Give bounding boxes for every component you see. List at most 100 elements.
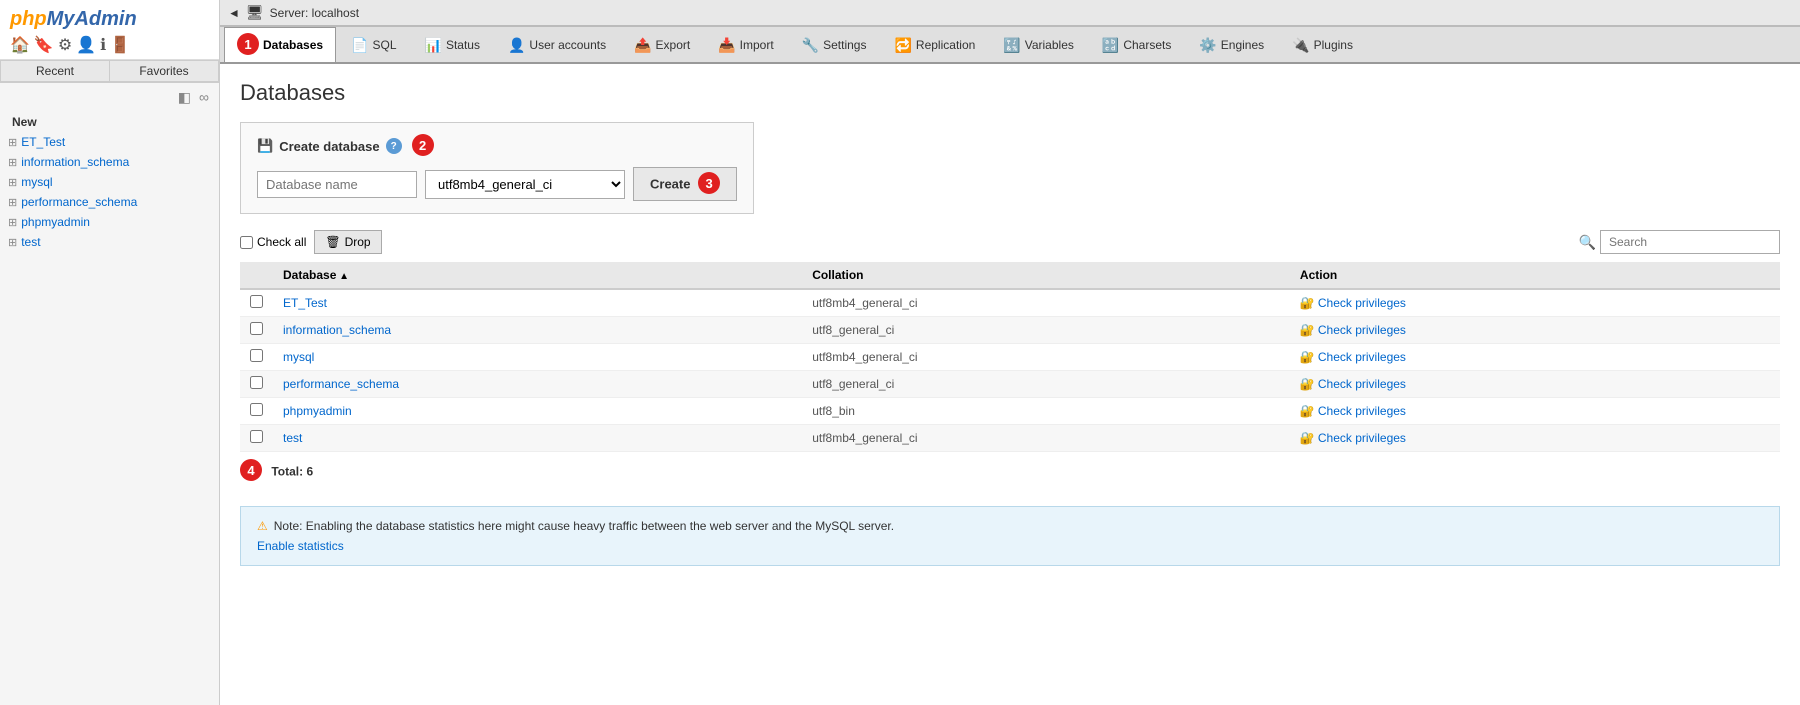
- server-label: Server: localhost: [270, 6, 359, 20]
- row-db-name-4: phpmyadmin: [273, 398, 802, 425]
- collation-select[interactable]: utf8mb4_general_ci utf8_general_ci latin…: [425, 170, 625, 199]
- row-checkbox-0[interactable]: [250, 295, 263, 308]
- check-all-label[interactable]: Check all: [240, 235, 306, 249]
- table-row: information_schema utf8_general_ci 🔐 Che…: [240, 317, 1780, 344]
- total-row: 4 Total: 6: [240, 460, 1780, 482]
- search-input[interactable]: [1600, 230, 1780, 254]
- sidebar-item-mysql[interactable]: ⊞ mysql: [0, 172, 219, 192]
- drop-button[interactable]: 🗑 Drop: [314, 230, 381, 254]
- sidebar-item-test[interactable]: ⊞ test: [0, 232, 219, 252]
- database-name-input[interactable]: [257, 171, 417, 198]
- recent-button[interactable]: Recent: [0, 60, 109, 82]
- tab-export[interactable]: 📤 Export: [621, 27, 703, 62]
- tab-user-accounts[interactable]: 👤 User accounts: [495, 27, 619, 62]
- row-checkbox-1[interactable]: [250, 322, 263, 335]
- check-privileges-btn-1[interactable]: 🔐 Check privileges: [1300, 323, 1406, 337]
- db-name-link-2[interactable]: mysql: [283, 350, 314, 364]
- sidebar-item-phpmyadmin[interactable]: ⊞ phpmyadmin: [0, 212, 219, 232]
- create-db-title: 💾 Create database ? 2: [257, 135, 737, 157]
- row-db-name-1: information_schema: [273, 317, 802, 344]
- create-database-box: 💾 Create database ? 2 utf8mb4_general_ci…: [240, 122, 754, 214]
- sidebar-item-new[interactable]: New: [4, 112, 219, 132]
- table-row: mysql utf8mb4_general_ci 🔐 Check privile…: [240, 344, 1780, 371]
- db-name-link-4[interactable]: phpmyadmin: [283, 404, 352, 418]
- database-col-header[interactable]: Database: [273, 262, 802, 289]
- db-name-link-1[interactable]: information_schema: [283, 323, 391, 337]
- home-icon[interactable]: 🏠: [10, 35, 30, 55]
- db-expand-icon: ⊞: [8, 216, 17, 229]
- db-expand-icon: ⊞: [8, 156, 17, 169]
- export-icon: 📤: [634, 37, 651, 54]
- tab-engines[interactable]: ⚙️ Engines: [1186, 27, 1277, 62]
- row-action-4: 🔐 Check privileges: [1290, 398, 1780, 425]
- db-expand-icon: ⊞: [8, 176, 17, 189]
- sidebar-item-information-schema[interactable]: ⊞ information_schema: [0, 152, 219, 172]
- tab-import[interactable]: 📥 Import: [705, 27, 786, 62]
- tab-variables[interactable]: 🔣 Variables: [990, 27, 1087, 62]
- row-action-2: 🔐 Check privileges: [1290, 344, 1780, 371]
- user-icon[interactable]: 👤: [76, 35, 96, 55]
- tab-replication[interactable]: 🔁 Replication: [881, 27, 988, 62]
- favorites-button[interactable]: Favorites: [109, 60, 219, 82]
- check-all-checkbox[interactable]: [240, 236, 253, 249]
- logo-php: php: [10, 8, 47, 30]
- tab-sql[interactable]: 📄 SQL: [338, 27, 409, 62]
- db-name-link-0[interactable]: ET_Test: [283, 296, 327, 310]
- check-priv-label-5: Check privileges: [1318, 431, 1406, 445]
- tab-engines-label: Engines: [1221, 38, 1264, 52]
- row-checkbox-3[interactable]: [250, 376, 263, 389]
- row-collation-0: utf8mb4_general_ci: [802, 289, 1290, 317]
- tab-export-label: Export: [656, 38, 691, 52]
- check-privileges-btn-0[interactable]: 🔐 Check privileges: [1300, 296, 1406, 310]
- badge-2: 2: [412, 134, 434, 156]
- tab-status[interactable]: 📊 Status: [412, 27, 493, 62]
- row-checkbox-4[interactable]: [250, 403, 263, 416]
- check-privileges-btn-4[interactable]: 🔐 Check privileges: [1300, 404, 1406, 418]
- tab-databases[interactable]: 1 Databases: [224, 27, 336, 64]
- row-checkbox-2[interactable]: [250, 349, 263, 362]
- sidebar: phpMyAdmin 🏠 🔖 ⚙ 👤 ℹ 🚪 Recent Favorites …: [0, 0, 220, 705]
- enable-statistics-link[interactable]: Enable statistics: [257, 539, 344, 553]
- notice-text: ⚠ Note: Enabling the database statistics…: [257, 519, 1763, 533]
- tab-charsets[interactable]: 🔡 Charsets: [1089, 27, 1184, 62]
- plugins-icon: 🔌: [1292, 37, 1309, 54]
- tab-databases-label: Databases: [263, 38, 323, 52]
- create-database-button[interactable]: Create 3: [633, 167, 737, 201]
- sidebar-item-et-test[interactable]: ⊞ ET_Test: [0, 132, 219, 152]
- check-priv-label-0: Check privileges: [1318, 296, 1406, 310]
- bookmark-icon[interactable]: 🔖: [34, 35, 54, 55]
- collapse-icon[interactable]: ◧: [176, 87, 193, 108]
- priv-icon-4: 🔐: [1300, 404, 1315, 418]
- recent-favorites-bar: Recent Favorites: [0, 60, 219, 83]
- priv-icon-0: 🔐: [1300, 296, 1315, 310]
- create-db-form: utf8mb4_general_ci utf8_general_ci latin…: [257, 167, 737, 201]
- db-name-link-5[interactable]: test: [283, 431, 302, 445]
- info-icon[interactable]: ℹ: [100, 35, 106, 55]
- check-privileges-btn-3[interactable]: 🔐 Check privileges: [1300, 377, 1406, 391]
- drop-icon: 🗑: [325, 235, 340, 249]
- sidebar-item-performance-schema[interactable]: ⊞ performance_schema: [0, 192, 219, 212]
- check-priv-label-3: Check privileges: [1318, 377, 1406, 391]
- check-priv-label-1: Check privileges: [1318, 323, 1406, 337]
- nav-tabs: 1 Databases 📄 SQL 📊 Status 👤 User accoun…: [220, 27, 1800, 64]
- checkbox-header: [240, 262, 273, 289]
- sort-asc-icon: [336, 268, 349, 282]
- exit-icon[interactable]: 🚪: [110, 35, 130, 55]
- new-label: New: [12, 115, 37, 129]
- badge-3: 3: [698, 172, 720, 194]
- row-checkbox-5[interactable]: [250, 430, 263, 443]
- settings-icon[interactable]: ⚙: [58, 35, 72, 55]
- info-help-icon[interactable]: ?: [386, 138, 402, 154]
- notice-message: Note: Enabling the database statistics h…: [274, 519, 894, 533]
- tab-plugins[interactable]: 🔌 Plugins: [1279, 27, 1366, 62]
- expand-icon[interactable]: ∞: [197, 87, 211, 108]
- check-privileges-btn-2[interactable]: 🔐 Check privileges: [1300, 350, 1406, 364]
- main-panel: ◄ 🖥 Server: localhost 1 Databases 📄 SQL …: [220, 0, 1800, 705]
- badge-1: 1: [237, 33, 259, 55]
- db-name-link-3[interactable]: performance_schema: [283, 377, 399, 391]
- row-db-name-5: test: [273, 425, 802, 452]
- tab-settings[interactable]: 🔧 Settings: [789, 27, 880, 62]
- collapse-sidebar-icon[interactable]: ◄: [228, 6, 240, 20]
- check-privileges-btn-5[interactable]: 🔐 Check privileges: [1300, 431, 1406, 445]
- row-action-1: 🔐 Check privileges: [1290, 317, 1780, 344]
